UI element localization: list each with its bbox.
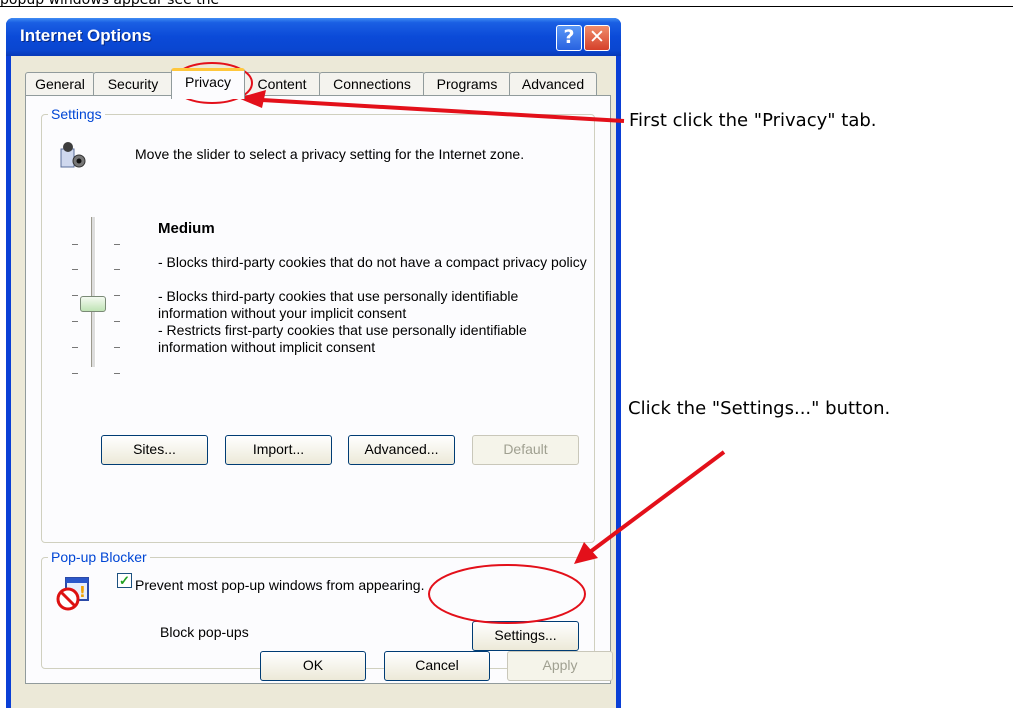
- privacy-description: Move the slider to select a privacy sett…: [135, 146, 525, 162]
- ok-button[interactable]: OK: [260, 651, 366, 681]
- privacy-slider-thumb[interactable]: [80, 296, 106, 312]
- tab-connections[interactable]: Connections: [319, 72, 425, 95]
- import-button[interactable]: Import...: [225, 435, 332, 465]
- settings-group-label: Settings: [48, 106, 105, 122]
- title-bar[interactable]: Internet Options ? ✕: [6, 18, 621, 56]
- advanced-button[interactable]: Advanced...: [348, 435, 455, 465]
- apply-button[interactable]: Apply: [507, 651, 613, 681]
- privacy-level-line-2: - Blocks third-party cookies that use pe…: [158, 288, 519, 321]
- tab-programs[interactable]: Programs: [423, 72, 511, 95]
- tab-security[interactable]: Security: [93, 72, 173, 95]
- dialog-body: General Security Privacy Content Connect…: [11, 56, 616, 708]
- privacy-tab-panel: Settings Move the slider to select a pri…: [25, 95, 611, 684]
- block-popups-label: Block pop-ups: [160, 624, 249, 640]
- internet-options-window: Internet Options ? ✕ General Security Pr…: [6, 18, 621, 708]
- svg-text:!: !: [79, 583, 86, 601]
- privacy-level-line-1: - Blocks third-party cookies that do not…: [158, 254, 587, 270]
- privacy-level-line-3: - Restricts first-party cookies that use…: [158, 322, 527, 355]
- cancel-button[interactable]: Cancel: [384, 651, 490, 681]
- tab-advanced[interactable]: Advanced: [509, 72, 597, 95]
- tab-privacy[interactable]: Privacy: [171, 68, 245, 99]
- popup-blocker-group-label: Pop-up Blocker: [48, 549, 150, 565]
- popup-blocker-icon: !: [56, 575, 92, 611]
- close-button[interactable]: ✕: [584, 25, 610, 51]
- help-button[interactable]: ?: [556, 25, 582, 51]
- sites-button[interactable]: Sites...: [101, 435, 208, 465]
- privacy-person-icon: [57, 139, 91, 173]
- popup-settings-button[interactable]: Settings...: [472, 621, 579, 651]
- privacy-slider-track[interactable]: [91, 217, 96, 367]
- top-divider: [0, 6, 1013, 7]
- tab-general[interactable]: General: [25, 72, 95, 95]
- block-popups-checkbox[interactable]: ✓: [117, 573, 132, 588]
- annotation-first: First click the "Privacy" tab.: [629, 110, 877, 131]
- tab-content[interactable]: Content: [243, 72, 321, 95]
- privacy-level-name: Medium: [158, 220, 215, 237]
- default-button[interactable]: Default: [472, 435, 579, 465]
- window-title: Internet Options: [20, 26, 152, 45]
- popup-description: Prevent most pop-up windows from appeari…: [135, 577, 425, 593]
- annotation-second: Click the "Settings..." button.: [628, 398, 891, 419]
